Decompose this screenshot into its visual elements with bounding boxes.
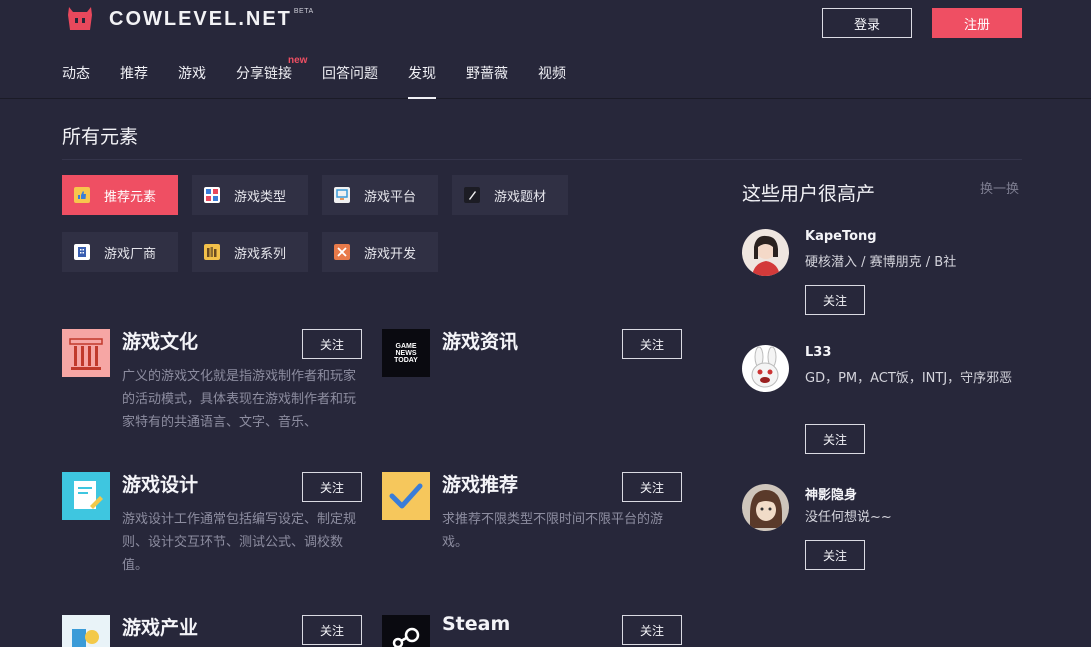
topic-description: 广义的游戏文化就是指游戏制作者和玩家的活动模式，具体表现在游戏制作者和玩家特有的…	[122, 369, 357, 430]
divider	[62, 159, 1022, 160]
platform-icon	[334, 187, 350, 203]
books-icon	[204, 244, 220, 260]
topic-card: Steam 关注	[382, 613, 682, 647]
user-name[interactable]: 神影隐身	[805, 484, 857, 503]
topic-description: 求推荐不限类型不限时间不限平台的游戏。	[442, 512, 664, 550]
topic-description	[442, 365, 682, 434]
nav-item-rose[interactable]: 野蔷薇	[466, 63, 508, 99]
user-bio: 硬核潜入 / 赛博朋克 / B社	[805, 255, 957, 270]
follow-button[interactable]: 关注	[622, 472, 682, 502]
nav-item-label: 野蔷薇	[466, 66, 508, 82]
chip-game-studio[interactable]: 游戏厂商	[62, 232, 178, 272]
user-card: 神影隐身 没任何想说~~ 关注	[742, 484, 1032, 574]
game-news-icon[interactable]: GAME NEWS TODAY	[382, 329, 430, 377]
chip-game-platform[interactable]: 游戏平台	[322, 175, 438, 215]
beta-badge: BETA	[293, 7, 314, 15]
pen-icon	[464, 187, 480, 203]
topic-title[interactable]: 游戏设计	[122, 470, 198, 497]
nav-item-tuijian[interactable]: 推荐	[120, 63, 148, 99]
login-button[interactable]: 登录	[822, 8, 912, 38]
chip-label: 游戏厂商	[104, 246, 157, 262]
avatar[interactable]	[742, 229, 789, 276]
follow-user-button[interactable]: 关注	[805, 285, 865, 315]
chip-label: 推荐元素	[104, 189, 157, 205]
topic-title[interactable]: 游戏推荐	[442, 470, 518, 497]
nav-item-label: 动态	[62, 66, 90, 82]
topic-card: 游戏推荐 关注 求推荐不限类型不限时间不限平台的游戏。	[382, 472, 682, 582]
grid-icon	[204, 187, 220, 203]
dev-tools-icon	[334, 244, 350, 260]
chip-game-dev[interactable]: 游戏开发	[322, 232, 438, 272]
chip-label: 游戏系列	[234, 246, 287, 262]
design-doc-icon[interactable]	[62, 472, 110, 520]
topic-title[interactable]: Steam	[442, 613, 510, 635]
register-button[interactable]: 注册	[932, 8, 1022, 38]
topic-card: 游戏设计 关注 游戏设计工作通常包括编写设定、制定规则、设计交互环节、测试公式、…	[62, 472, 362, 582]
topic-card: 游戏文化 关注 广义的游戏文化就是指游戏制作者和玩家的活动模式，具体表现在游戏制…	[62, 329, 362, 439]
top-header: COWLEVEL.NET BETA 登录 注册 动态 推荐 游戏 分享链接 ne…	[0, 0, 1091, 99]
refresh-link[interactable]: 换一换	[980, 178, 1019, 197]
avatar[interactable]	[742, 345, 789, 392]
topic-card: GAME NEWS TODAY 游戏资讯 关注	[382, 329, 682, 439]
checkmark-icon[interactable]	[382, 472, 430, 520]
chip-game-series[interactable]: 游戏系列	[192, 232, 308, 272]
sidebar-title: 这些用户很高产	[742, 183, 876, 205]
logo-text: COWLEVEL.NET	[109, 7, 292, 30]
topic-title[interactable]: 游戏产业	[122, 613, 198, 640]
nav-item-share-link[interactable]: 分享链接 new	[236, 55, 307, 99]
chip-label: 游戏类型	[234, 189, 287, 205]
nav-item-video[interactable]: 视频	[538, 63, 566, 99]
nav-item-discover[interactable]: 发现	[408, 63, 436, 99]
follow-user-button[interactable]: 关注	[805, 540, 865, 570]
nav-item-youxi[interactable]: 游戏	[178, 63, 206, 99]
chip-game-theme[interactable]: 游戏题材	[452, 175, 568, 215]
new-badge: new	[288, 55, 308, 66]
pillar-icon[interactable]	[62, 329, 110, 377]
topic-title[interactable]: 游戏文化	[122, 327, 198, 354]
topic-description: 游戏设计工作通常包括编写设定、制定规则、设计交互环节、测试公式、调校数值。	[122, 512, 357, 573]
nav-item-label: 回答问题	[322, 66, 378, 82]
cow-logo-icon	[68, 7, 92, 30]
follow-button[interactable]: 关注	[302, 329, 362, 359]
follow-button[interactable]: 关注	[302, 615, 362, 645]
user-name[interactable]: L33	[805, 345, 831, 360]
follow-user-button[interactable]: 关注	[805, 424, 865, 454]
steam-icon[interactable]	[382, 615, 430, 647]
nav-item-label: 视频	[538, 66, 566, 82]
nav-item-label: 推荐	[120, 66, 148, 82]
industry-icon[interactable]	[62, 615, 110, 647]
follow-button[interactable]: 关注	[302, 472, 362, 502]
avatar[interactable]	[742, 484, 789, 531]
user-name[interactable]: KapeTong	[805, 229, 877, 244]
chip-game-genre[interactable]: 游戏类型	[192, 175, 308, 215]
follow-button[interactable]: 关注	[622, 329, 682, 359]
active-tab-underline	[408, 97, 436, 99]
user-card: KapeTong 硬核潜入 / 赛博朋克 / B社 关注	[742, 229, 1032, 319]
user-card: L33 GD，PM，ACT饭，INTJ，守序邪恶 关注	[742, 345, 1032, 455]
page-title: 所有元素	[62, 126, 139, 148]
site-logo[interactable]: COWLEVEL.NET BETA	[66, 6, 314, 32]
follow-button[interactable]: 关注	[622, 615, 682, 645]
topic-card: 游戏产业 关注	[62, 615, 362, 647]
thumbs-up-icon	[74, 187, 90, 203]
chip-label: 游戏题材	[494, 189, 547, 205]
nav-item-label: 分享链接	[236, 66, 292, 82]
chip-recommended[interactable]: 推荐元素	[62, 175, 178, 215]
game-news-icon-text: GAME NEWS TODAY	[394, 343, 418, 364]
user-bio: GD，PM，ACT饭，INTJ，守序邪恶	[805, 371, 1013, 386]
building-icon	[74, 244, 90, 260]
user-bio: 没任何想说~~	[805, 510, 892, 525]
nav-item-label: 发现	[408, 66, 436, 82]
nav-item-answer[interactable]: 回答问题	[322, 63, 378, 99]
chip-label: 游戏平台	[364, 189, 417, 205]
topic-title[interactable]: 游戏资讯	[442, 327, 518, 354]
chip-label: 游戏开发	[364, 246, 417, 262]
nav-item-label: 游戏	[178, 66, 206, 82]
nav-item-dongtai[interactable]: 动态	[62, 63, 90, 99]
